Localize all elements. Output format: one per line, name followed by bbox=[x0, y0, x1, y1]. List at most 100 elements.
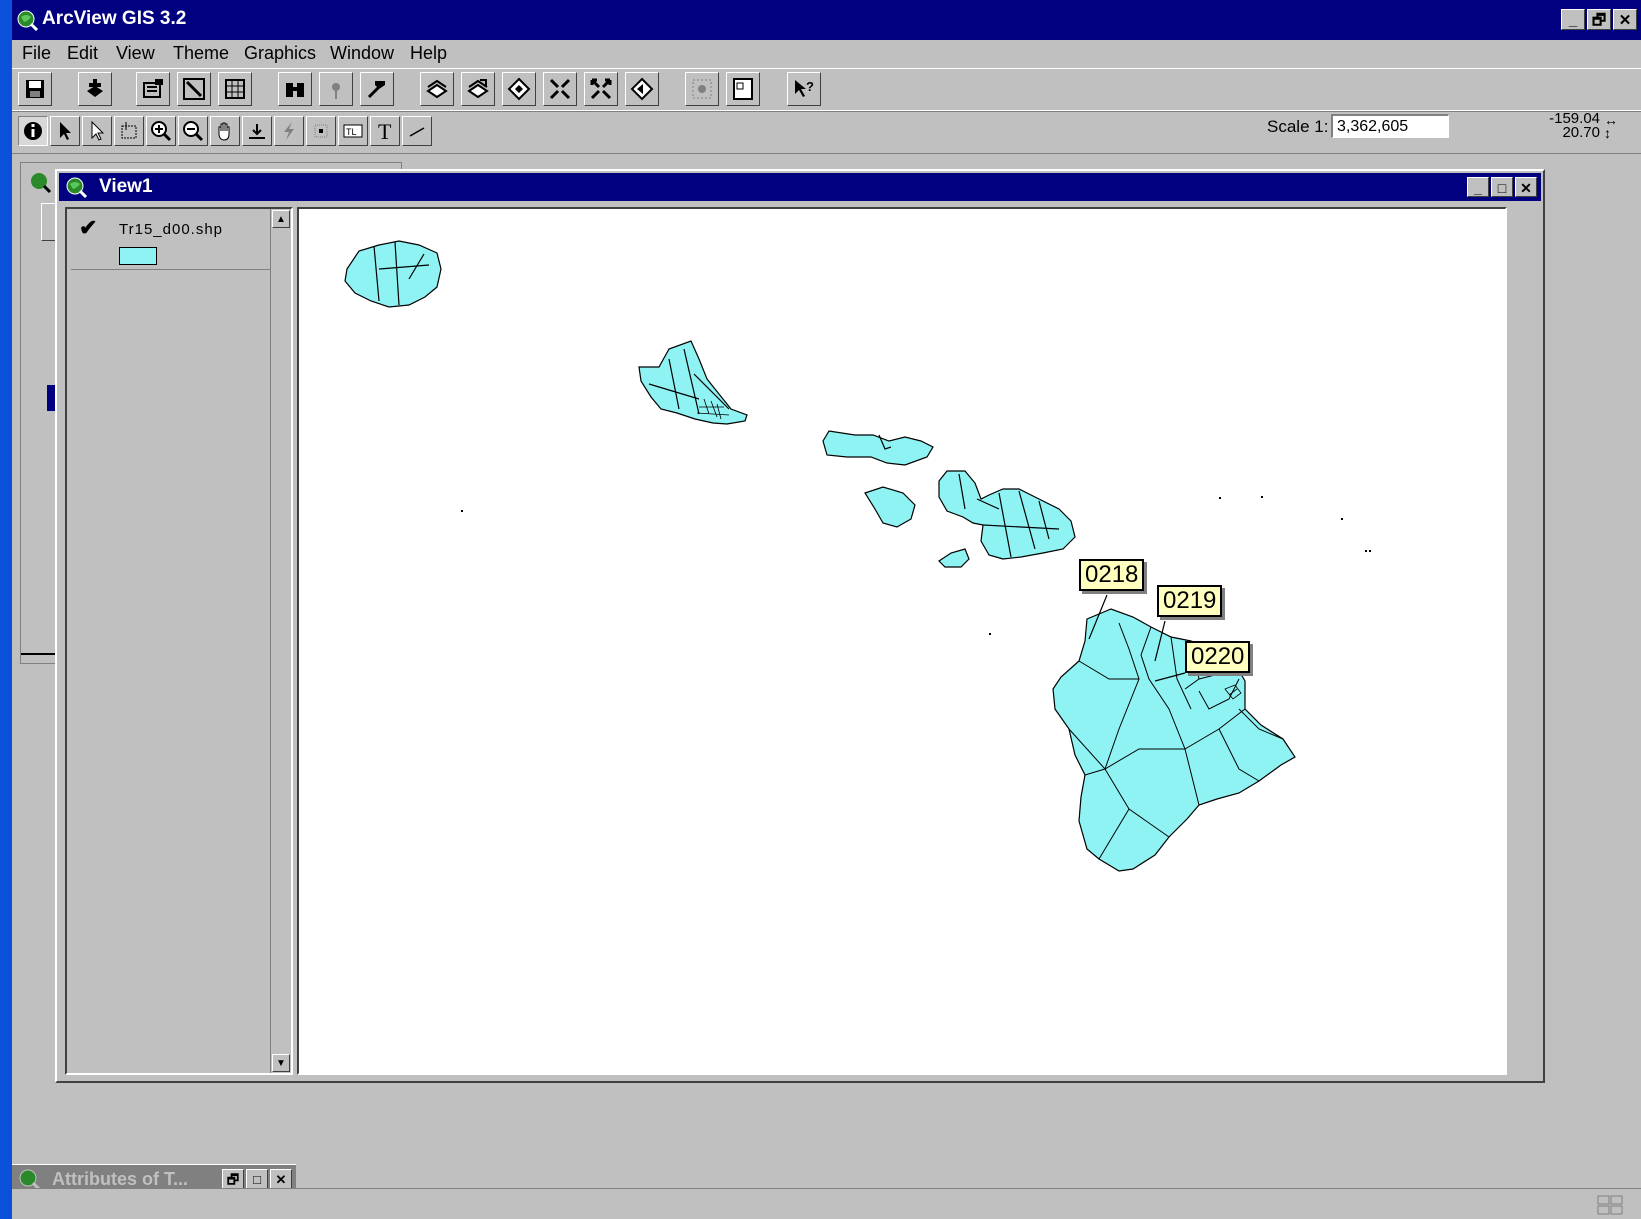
project-window-icon bbox=[31, 173, 51, 193]
island-molokai bbox=[822, 430, 934, 466]
theme-properties-button[interactable] bbox=[136, 72, 170, 106]
select-feature-icon bbox=[121, 122, 137, 139]
close-button[interactable]: ✕ bbox=[1613, 9, 1637, 30]
app-title-bar[interactable]: ArcView GIS 3.2 _ 🗗 ✕ bbox=[12, 0, 1641, 40]
zoom-full-extent-icon bbox=[426, 79, 448, 99]
select-by-theme-button[interactable] bbox=[685, 72, 719, 106]
pan-icon bbox=[218, 122, 230, 141]
area-of-interest-tool[interactable] bbox=[306, 116, 336, 146]
theme-visibility-checkbox[interactable]: ✔ bbox=[79, 215, 97, 241]
layout-button[interactable] bbox=[726, 72, 760, 106]
zoom-full-extent-button[interactable] bbox=[420, 72, 454, 106]
table-of-contents: ✔ Tr15_d00.shp ▲ ▼ bbox=[65, 207, 293, 1075]
find-button[interactable] bbox=[278, 72, 312, 106]
zoom-out-fixed-button[interactable] bbox=[584, 72, 618, 106]
scale-input[interactable] bbox=[1331, 114, 1449, 138]
add-theme-button[interactable] bbox=[78, 72, 112, 106]
add-theme-icon bbox=[87, 79, 103, 97]
tract-label-0220[interactable]: 0220 bbox=[1185, 641, 1251, 673]
view-title-bar[interactable]: View1 _ □ ✕ bbox=[59, 173, 1541, 201]
help-icon: ? bbox=[795, 79, 814, 97]
pointer-icon bbox=[60, 122, 71, 140]
island-hawaii bbox=[1052, 608, 1296, 872]
arcview-app-window: ArcView GIS 3.2 _ 🗗 ✕ File Edit View The… bbox=[12, 0, 1641, 1219]
menu-help[interactable]: Help bbox=[410, 43, 447, 64]
menu-theme[interactable]: Theme bbox=[173, 43, 229, 64]
map-display[interactable]: 0218 0219 0220 bbox=[297, 207, 1507, 1075]
save-project-button[interactable] bbox=[18, 72, 52, 106]
select-feature-tool[interactable] bbox=[114, 116, 144, 146]
text-tool[interactable]: T bbox=[370, 116, 400, 146]
app-title: ArcView GIS 3.2 bbox=[42, 8, 187, 29]
text-icon: T bbox=[378, 120, 392, 142]
hotlink-tool[interactable] bbox=[274, 116, 304, 146]
tool-bar: TL T Scale 1: -159.04 ↔ 20.70 ↕ bbox=[12, 110, 1641, 154]
button-bar: ? bbox=[12, 68, 1641, 112]
restore-button[interactable]: 🗗 bbox=[1587, 9, 1611, 30]
identify-tool[interactable] bbox=[18, 116, 48, 146]
measure-tool[interactable] bbox=[242, 116, 272, 146]
zoom-active-themes-button[interactable] bbox=[461, 72, 495, 106]
attributes-maximize-button[interactable]: □ bbox=[246, 1169, 268, 1189]
attributes-window-icon bbox=[19, 1169, 40, 1190]
attributes-close-button[interactable]: ✕ bbox=[270, 1169, 292, 1189]
zoom-previous-button[interactable] bbox=[625, 72, 659, 106]
menu-graphics[interactable]: Graphics bbox=[244, 43, 316, 64]
zoom-in-fixed-button[interactable] bbox=[543, 72, 577, 106]
draw-line-icon bbox=[409, 127, 425, 137]
zoom-selected-button[interactable] bbox=[502, 72, 536, 106]
query-builder-button[interactable] bbox=[360, 72, 394, 106]
view-globe-icon bbox=[66, 177, 87, 198]
zoom-in-tool[interactable] bbox=[146, 116, 176, 146]
view-minimize-button[interactable]: _ bbox=[1467, 177, 1489, 197]
toc-scrollbar[interactable]: ▲ ▼ bbox=[270, 209, 291, 1073]
menu-file[interactable]: File bbox=[22, 43, 51, 64]
resize-grip-icon[interactable] bbox=[1597, 1195, 1623, 1215]
view-close-button[interactable]: ✕ bbox=[1515, 177, 1537, 197]
menu-edit[interactable]: Edit bbox=[67, 43, 98, 64]
tract-label-0218[interactable]: 0218 bbox=[1079, 559, 1145, 591]
area-of-interest-icon bbox=[314, 124, 328, 138]
view-maximize-button[interactable]: □ bbox=[1491, 177, 1513, 197]
edit-legend-icon bbox=[183, 78, 205, 100]
svg-text:TL: TL bbox=[346, 127, 357, 137]
draw-line-tool[interactable] bbox=[402, 116, 432, 146]
hawaii-map bbox=[344, 240, 1371, 872]
status-bar bbox=[12, 1188, 1641, 1219]
arcview-globe-icon bbox=[17, 10, 38, 31]
vertex-edit-tool[interactable] bbox=[82, 116, 112, 146]
zoom-previous-icon bbox=[630, 77, 654, 101]
scroll-up-icon[interactable]: ▲ bbox=[272, 210, 290, 228]
open-table-button[interactable] bbox=[218, 72, 252, 106]
zoom-out-icon bbox=[183, 121, 204, 142]
identify-icon bbox=[24, 122, 42, 140]
pointer-tool[interactable] bbox=[50, 116, 80, 146]
zoom-out-tool[interactable] bbox=[178, 116, 208, 146]
tract-label-0219[interactable]: 0219 bbox=[1157, 585, 1223, 617]
query-builder-icon bbox=[367, 81, 385, 99]
view-window[interactable]: View1 _ □ ✕ ✔ Tr15_d00.shp ▲ ▼ 0218 0219… bbox=[55, 169, 1545, 1083]
label-icon: TL bbox=[343, 124, 363, 138]
open-table-icon bbox=[225, 79, 245, 99]
scroll-down-icon[interactable]: ▼ bbox=[272, 1054, 290, 1072]
theme-properties-icon bbox=[143, 79, 163, 98]
measure-icon bbox=[249, 124, 265, 139]
find-icon bbox=[286, 83, 304, 97]
menu-view[interactable]: View bbox=[116, 43, 155, 64]
pan-tool[interactable] bbox=[210, 116, 240, 146]
island-kauai bbox=[344, 240, 442, 308]
save-project-icon bbox=[26, 80, 44, 98]
label-tool[interactable]: TL bbox=[338, 116, 368, 146]
edit-legend-button[interactable] bbox=[177, 72, 211, 106]
theme-entry[interactable]: ✔ Tr15_d00.shp bbox=[71, 213, 277, 270]
view-title: View1 bbox=[99, 176, 153, 197]
theme-legend-swatch bbox=[119, 247, 157, 265]
zoom-active-themes-icon bbox=[467, 79, 489, 99]
island-maui bbox=[938, 470, 1076, 560]
menu-window[interactable]: Window bbox=[330, 43, 394, 64]
help-button[interactable]: ? bbox=[787, 72, 821, 106]
locate-address-button[interactable] bbox=[319, 72, 353, 106]
hotlink-icon bbox=[284, 122, 294, 140]
attributes-restore-button[interactable]: 🗗 bbox=[222, 1169, 244, 1189]
minimize-button[interactable]: _ bbox=[1561, 9, 1585, 30]
